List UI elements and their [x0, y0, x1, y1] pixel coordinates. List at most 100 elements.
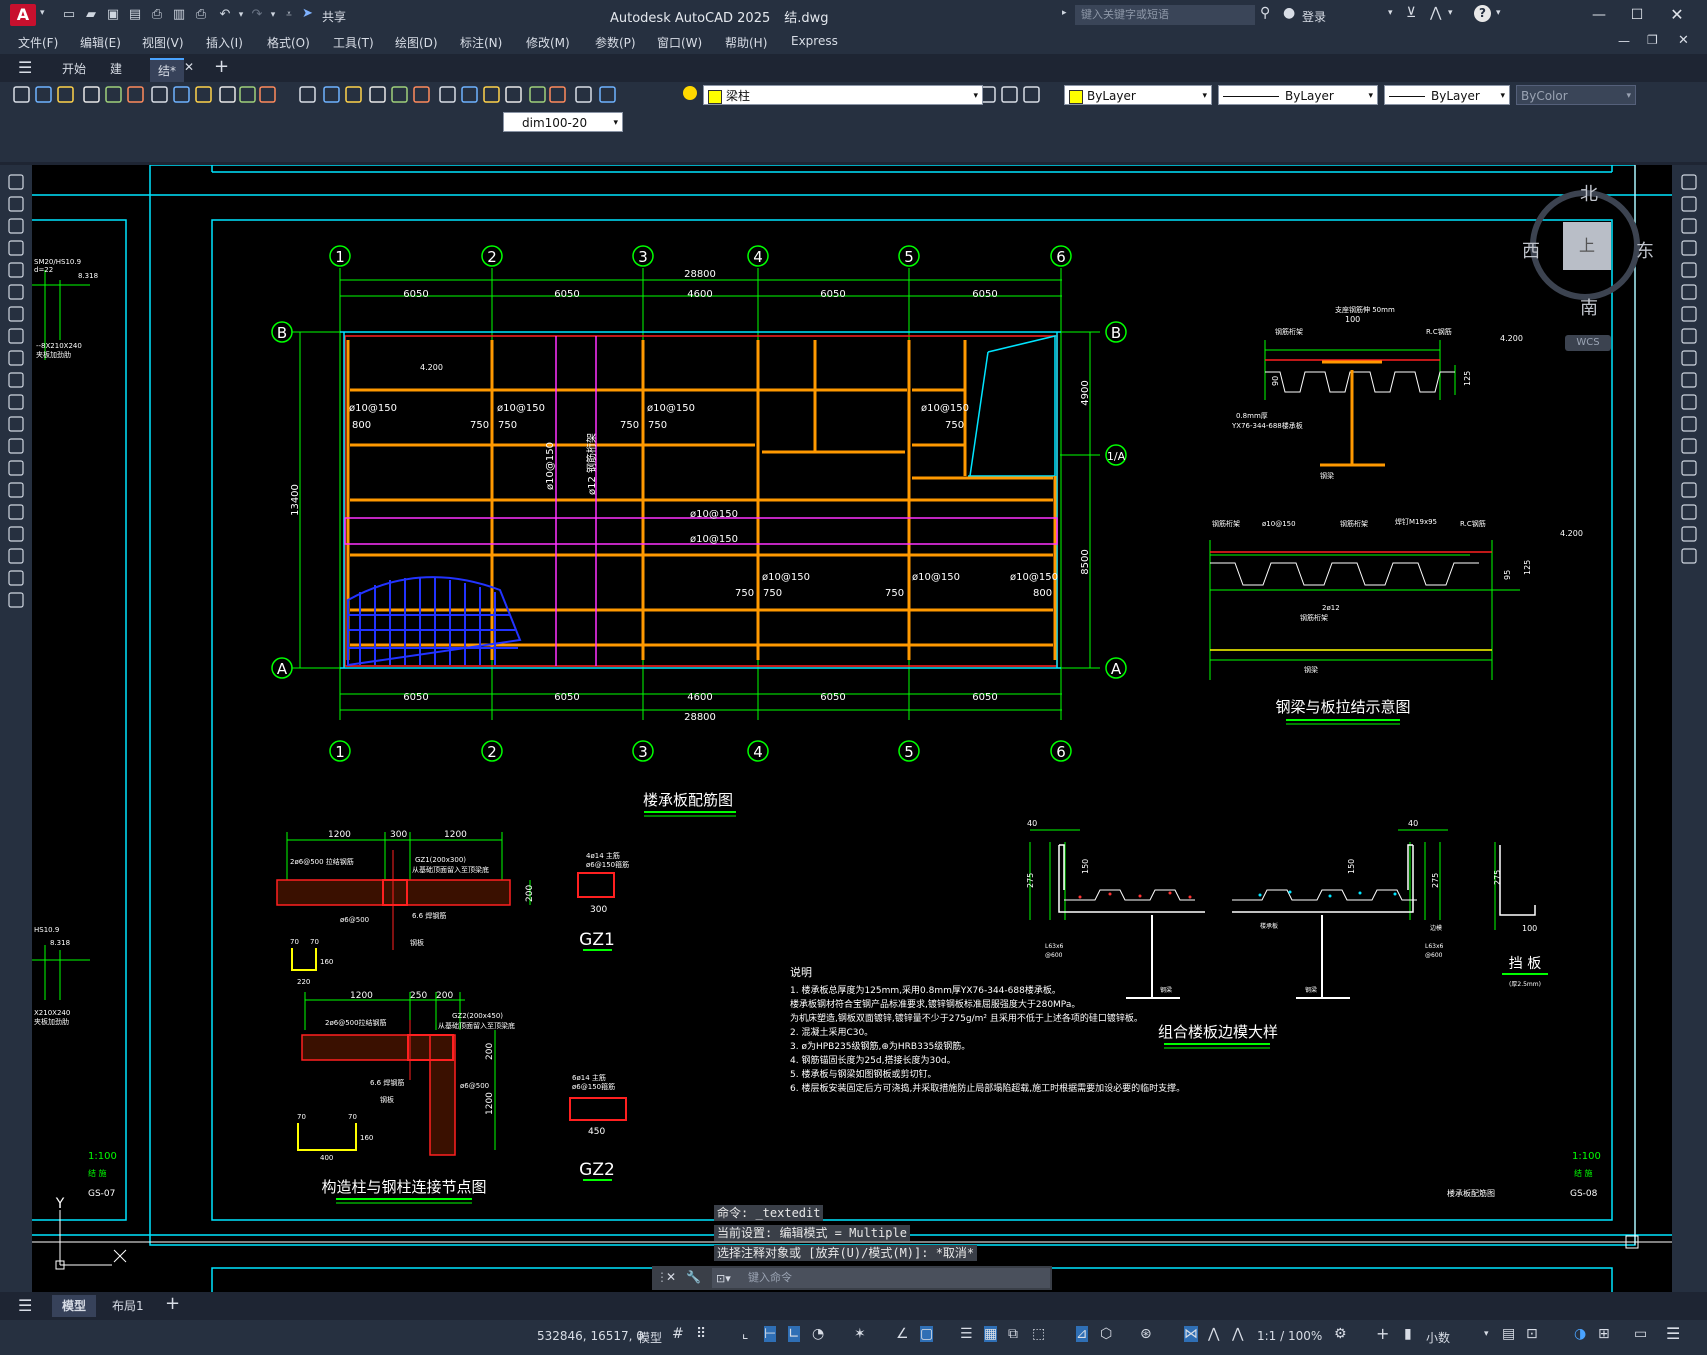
coordinates-readout[interactable]: 532846, 16517, 0	[537, 1329, 644, 1343]
modify-tool-button[interactable]	[1681, 438, 1697, 454]
hamburger-icon[interactable]: ☰	[18, 58, 32, 77]
toolbar-button[interactable]	[391, 86, 408, 103]
open-web-icon[interactable]: ⎙	[148, 6, 166, 24]
search-icon[interactable]: ⚲	[1260, 5, 1270, 21]
save-as-icon[interactable]: ▤	[126, 6, 144, 24]
draw-tool-button[interactable]	[8, 306, 24, 322]
gizmo-icon[interactable]: ⊛	[1140, 1326, 1152, 1342]
share-icon[interactable]: ➤	[302, 6, 313, 21]
tab-model[interactable]: 模型	[52, 1295, 97, 1317]
menu-parametric[interactable]: 参数(P)	[595, 34, 636, 51]
toolbar-button[interactable]	[505, 86, 522, 103]
tab-close-icon[interactable]: ✕	[184, 60, 194, 74]
modify-tool-icons[interactable]	[1672, 165, 1707, 585]
draw-tool-button[interactable]	[8, 196, 24, 212]
annotation-visibility-icon[interactable]: ⋈	[1184, 1326, 1198, 1342]
toolbar-button[interactable]	[599, 86, 616, 103]
draw-tool-button[interactable]	[8, 350, 24, 366]
login-button[interactable]: 登录	[1302, 8, 1326, 25]
linetype-dropdown[interactable]: ByLayer ▾	[1218, 85, 1378, 105]
auto-scale-icon[interactable]: ⋀	[1208, 1326, 1219, 1342]
modify-tool-button[interactable]	[1681, 394, 1697, 410]
user-icon[interactable]: ●	[1283, 5, 1295, 21]
toolbar-button[interactable]	[345, 86, 362, 103]
autodesk-dropdown-icon[interactable]: ▾	[1448, 8, 1453, 18]
angle-icon[interactable]: ∠	[896, 1326, 909, 1342]
modify-tool-button[interactable]	[1681, 240, 1697, 256]
customize-qat-icon[interactable]: ⩡	[280, 6, 298, 24]
modify-tool-button[interactable]	[1681, 460, 1697, 476]
draw-tool-button[interactable]	[8, 416, 24, 432]
ortho-icon[interactable]: ⊢	[764, 1326, 777, 1342]
command-input[interactable]: 键入命令	[712, 1268, 1050, 1288]
tab-start[interactable]: 开始	[54, 58, 94, 80]
cart-icon[interactable]: ⊻	[1406, 5, 1416, 21]
workspace-gear-icon[interactable]: ⚙	[1334, 1326, 1347, 1342]
model-space-button[interactable]: 模型	[638, 1329, 662, 1346]
toolbar-button[interactable]	[369, 86, 386, 103]
modify-tool-button[interactable]	[1681, 416, 1697, 432]
units-icon[interactable]: ▮	[1404, 1326, 1412, 1342]
new-layout-button[interactable]: +	[165, 1293, 180, 1314]
viewcube-east[interactable]: 东	[1636, 237, 1654, 263]
hardware-acceleration-icon[interactable]: ⊞	[1598, 1326, 1610, 1342]
layer-tool-button[interactable]	[1001, 86, 1018, 103]
draw-tool-icons[interactable]	[0, 165, 32, 625]
menu-file[interactable]: 文件(F)	[18, 34, 58, 51]
menu-dimension[interactable]: 标注(N)	[460, 34, 502, 51]
toolbar-button[interactable]	[323, 86, 340, 103]
maximize-button[interactable]: ☐	[1622, 5, 1652, 25]
selection-cycling-icon[interactable]: ⧉	[1008, 1326, 1018, 1342]
save-web-icon[interactable]: ▥	[170, 6, 188, 24]
draw-tool-button[interactable]	[8, 328, 24, 344]
lock-ui-icon[interactable]: ⊡	[1526, 1326, 1538, 1342]
login-dropdown-icon[interactable]: ▾	[1388, 8, 1393, 18]
toolbar-button[interactable]	[575, 86, 592, 103]
polar-icon[interactable]: ∟	[788, 1326, 800, 1342]
toolbar-button[interactable]	[239, 86, 256, 103]
draw-tool-button[interactable]	[8, 218, 24, 234]
menu-window[interactable]: 窗口(W)	[657, 34, 702, 51]
toolbar-button[interactable]	[127, 86, 144, 103]
modify-tool-button[interactable]	[1681, 196, 1697, 212]
toolbar-button[interactable]	[461, 86, 478, 103]
menu-help[interactable]: 帮助(H)	[725, 34, 767, 51]
modify-tool-button[interactable]	[1681, 482, 1697, 498]
toolbar-button[interactable]	[549, 86, 566, 103]
menu-draw[interactable]: 绘图(D)	[395, 34, 438, 51]
annotation-monitor-icon[interactable]: +	[1376, 1324, 1389, 1343]
new-icon[interactable]: ▭	[60, 6, 78, 24]
menu-modify[interactable]: 修改(M)	[526, 34, 570, 51]
modify-tool-button[interactable]	[1681, 306, 1697, 322]
toolbar-button[interactable]	[413, 86, 430, 103]
doc-restore-button[interactable]: ❐	[1647, 33, 1658, 47]
snap-icon[interactable]: ⠿	[696, 1326, 706, 1342]
lineweight-dropdown[interactable]: ByLayer ▾	[1384, 85, 1510, 105]
toolbar-button[interactable]	[57, 86, 74, 103]
selection-filter-icon[interactable]: ⬡	[1100, 1326, 1112, 1342]
modify-tool-button[interactable]	[1681, 284, 1697, 300]
osnap-tracking-icon[interactable]: ✶	[854, 1326, 866, 1342]
minimize-button[interactable]: —	[1584, 5, 1614, 25]
dimstyle-dropdown[interactable]: dim100-20 ▾	[503, 112, 623, 132]
modify-tool-button[interactable]	[1681, 504, 1697, 520]
menu-tools[interactable]: 工具(T)	[333, 34, 374, 51]
lineweight-icon[interactable]: ☰	[960, 1326, 973, 1342]
viewcube-north[interactable]: 北	[1580, 180, 1598, 206]
toolbar-button[interactable]	[219, 86, 236, 103]
wcs-menu[interactable]: WCS	[1565, 335, 1611, 351]
draw-tool-button[interactable]	[8, 372, 24, 388]
modify-tool-button[interactable]	[1681, 218, 1697, 234]
plotstyle-dropdown[interactable]: ByColor ▾	[1516, 85, 1636, 105]
3d-osnap-icon[interactable]: ⬚	[1032, 1326, 1045, 1342]
modify-tool-button[interactable]	[1681, 548, 1697, 564]
toolbar-button[interactable]	[439, 86, 456, 103]
layer-on-icon[interactable]	[683, 86, 697, 100]
toolbar-button[interactable]	[83, 86, 100, 103]
isodraft-icon[interactable]: ◔	[812, 1326, 824, 1342]
command-prompt-icon[interactable]: ⊡▾	[716, 1272, 731, 1285]
modify-tool-button[interactable]	[1681, 350, 1697, 366]
save-icon[interactable]: ▣	[104, 6, 122, 24]
units-dropdown-icon[interactable]: ▾	[1484, 1329, 1489, 1339]
draw-tool-button[interactable]	[8, 262, 24, 278]
